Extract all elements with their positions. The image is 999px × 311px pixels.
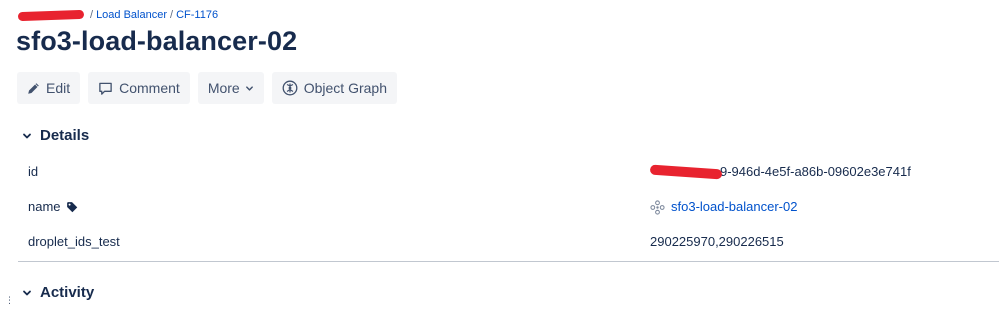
attribute-value: 9-946d-4e5f-a86b-09602e3e741f [649, 155, 911, 189]
attribute-name-label: name [28, 199, 61, 214]
page-title: sfo3-load-balancer-02 [16, 26, 298, 56]
attribute-name: name [28, 190, 78, 224]
attribute-row-name: name sfo3-load-balancer-02 [18, 190, 998, 224]
breadcrumb: / Load Balancer / CF-1176 [17, 9, 218, 21]
tag-icon [66, 201, 78, 213]
object-icon [650, 199, 665, 215]
activity-section-title: Activity [40, 284, 95, 301]
attribute-value-text: 290225970,290226515 [650, 234, 784, 249]
redacted-id-prefix [649, 164, 723, 180]
comment-button[interactable]: Comment [88, 72, 190, 104]
attribute-name: droplet_ids_test [28, 225, 120, 259]
comment-button-label: Comment [119, 80, 180, 96]
breadcrumb-separator: / [90, 9, 94, 21]
object-reference-link[interactable]: sfo3-load-balancer-02 [650, 190, 797, 224]
graph-icon [282, 80, 298, 96]
attribute-row-id: id 9-946d-4e5f-a86b-09602e3e741f [18, 155, 998, 189]
more-button-label: More [207, 80, 240, 96]
object-graph-button-label: Object Graph [303, 80, 387, 96]
chevron-down-icon [22, 288, 32, 298]
breadcrumb-separator: / [170, 9, 174, 21]
attribute-row-droplet-ids-test: droplet_ids_test 290225970,290226515 [18, 225, 998, 259]
pencil-icon [27, 82, 40, 95]
breadcrumb-item-object-key[interactable]: CF-1176 [176, 9, 218, 21]
details-section-header[interactable]: Details [22, 127, 89, 144]
chevron-down-icon [22, 131, 32, 141]
attribute-value: sfo3-load-balancer-02 [650, 190, 797, 224]
attribute-value-text: 9-946d-4e5f-a86b-09602e3e741f [720, 164, 911, 179]
attribute-value: 290225970,290226515 [650, 225, 784, 259]
breadcrumb-item-load-balancer[interactable]: Load Balancer [96, 9, 167, 21]
chevron-down-icon [245, 84, 254, 93]
attribute-name: id [28, 155, 38, 189]
toolbar: Edit Comment More Object Graph [17, 72, 397, 104]
attribute-name-label: id [28, 164, 39, 179]
edit-button[interactable]: Edit [17, 72, 81, 104]
more-button[interactable]: More [197, 72, 264, 104]
edit-button-label: Edit [46, 80, 71, 96]
speech-bubble-icon [98, 81, 113, 96]
details-section-title: Details [40, 127, 90, 144]
section-divider [18, 261, 999, 262]
activity-section-header[interactable]: Activity [22, 284, 94, 301]
resize-handle-icon: ⋮ [5, 295, 14, 305]
object-graph-button[interactable]: Object Graph [271, 72, 397, 104]
redacted-project-link [17, 9, 85, 21]
attribute-name-label: droplet_ids_test [28, 234, 120, 249]
object-reference-label: sfo3-load-balancer-02 [671, 199, 798, 214]
